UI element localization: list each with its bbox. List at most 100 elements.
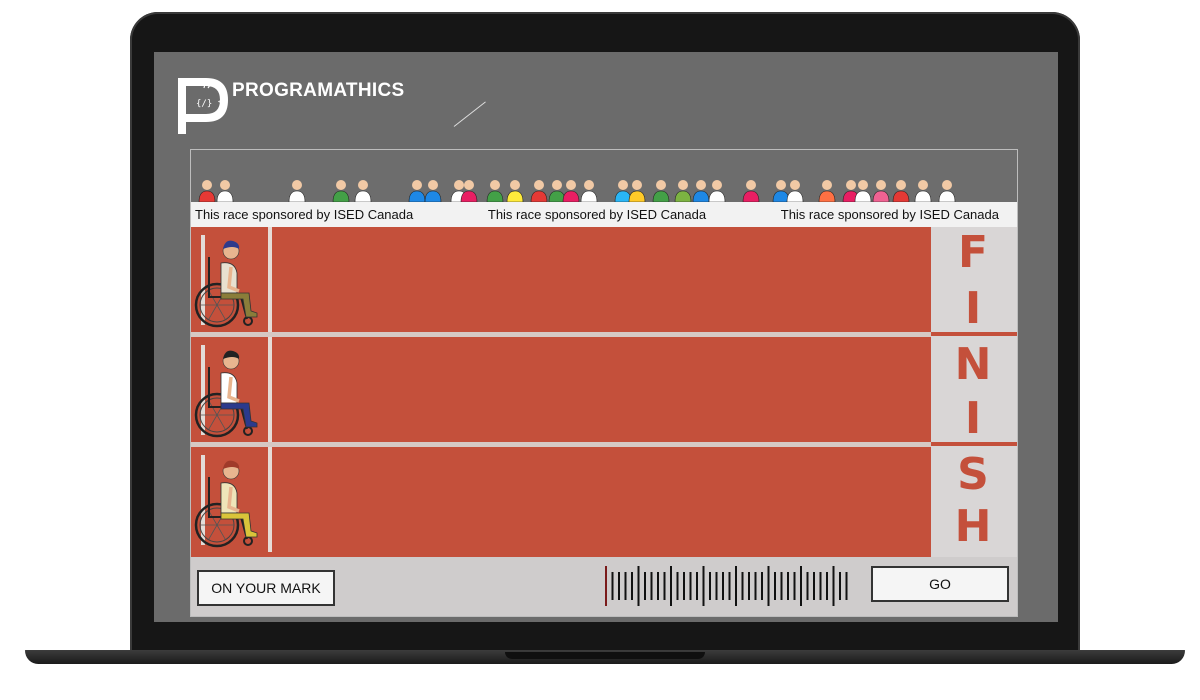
finish-letter: I — [964, 283, 982, 334]
meter-tick — [806, 572, 809, 600]
meter-tick — [761, 572, 763, 600]
spectator — [408, 180, 426, 202]
laptop-notch — [505, 652, 705, 659]
finish-letter: F — [957, 227, 989, 278]
spectator — [914, 180, 932, 202]
wheelchair-racer-1[interactable] — [191, 227, 271, 332]
meter-tick — [741, 572, 744, 600]
meter-tick — [637, 566, 640, 606]
finish-letter: N — [954, 339, 992, 390]
control-bar: ON YOUR MARK GO — [191, 557, 1017, 616]
meter-tick — [696, 572, 698, 600]
finish-lane-divider — [931, 332, 1017, 336]
spectator — [198, 180, 216, 202]
spectator — [786, 180, 804, 202]
meter-tick — [819, 572, 822, 600]
meter-tick — [618, 572, 620, 600]
timing-meter — [605, 566, 848, 606]
spectator — [216, 180, 234, 202]
on-your-mark-button[interactable]: ON YOUR MARK — [197, 570, 335, 606]
meter-tick — [605, 566, 607, 606]
spectator — [708, 180, 726, 202]
lane-1 — [191, 227, 931, 332]
spectator — [332, 180, 350, 202]
spectator — [674, 180, 692, 202]
meter-tick — [787, 572, 789, 600]
meter-tick — [683, 572, 685, 600]
spectator — [742, 180, 760, 202]
meter-tick — [644, 572, 646, 600]
meter-tick — [754, 572, 757, 600]
spectator — [580, 180, 598, 202]
finish-area: F I N I S H — [931, 227, 1017, 557]
wheelchair-racer-3[interactable] — [191, 447, 271, 552]
finish-letter: I — [964, 393, 982, 444]
sponsor-banner: This race sponsored by ISED Canada This … — [191, 202, 1017, 227]
lane-3 — [191, 447, 931, 552]
spectator — [424, 180, 442, 202]
spectator — [354, 180, 372, 202]
svg-text:{/}: {/} — [196, 99, 212, 109]
finish-lane-divider — [931, 442, 1017, 446]
meter-tick — [748, 572, 750, 600]
spectator — [530, 180, 548, 202]
spectator — [486, 180, 504, 202]
spectator — [506, 180, 524, 202]
lane-2 — [191, 337, 931, 442]
meter-tick — [845, 572, 848, 600]
spectator — [892, 180, 910, 202]
meter-tick — [702, 566, 705, 606]
meter-tick — [774, 572, 776, 600]
spectator — [818, 180, 836, 202]
meter-tick — [793, 572, 796, 600]
spectator — [652, 180, 670, 202]
race-track — [191, 227, 931, 557]
spectator — [288, 180, 306, 202]
meter-tick — [728, 572, 731, 600]
spectator — [548, 180, 566, 202]
sponsor-text: This race sponsored by ISED Canada — [195, 207, 414, 222]
laptop-screen: {/} <> PROGRAMATHICS This race sponsored… — [154, 52, 1058, 622]
meter-tick — [689, 572, 692, 600]
meter-tick — [813, 572, 815, 600]
brand-logo: {/} <> PROGRAMATHICS — [176, 74, 404, 134]
meter-tick — [826, 572, 828, 600]
meter-tick — [650, 572, 653, 600]
sponsor-text: This race sponsored by ISED Canada — [487, 207, 707, 222]
meter-tick — [839, 572, 841, 600]
programathics-logo-icon: {/} <> — [178, 78, 228, 134]
go-button[interactable]: GO — [871, 566, 1009, 602]
crowd-stands — [191, 150, 1017, 202]
meter-tick — [709, 572, 711, 600]
meter-tick — [676, 572, 679, 600]
spectator — [938, 180, 956, 202]
meter-tick — [780, 572, 783, 600]
finish-letter: S — [957, 449, 989, 500]
meter-tick — [767, 566, 770, 606]
meter-tick — [670, 566, 672, 606]
spectator — [872, 180, 890, 202]
spectator — [772, 180, 790, 202]
meter-tick — [735, 566, 737, 606]
meter-tick — [800, 566, 802, 606]
pointer-line — [453, 101, 486, 127]
meter-tick — [624, 572, 627, 600]
svg-text:<>: <> — [218, 97, 228, 106]
spectator — [562, 180, 580, 202]
spectator — [692, 180, 710, 202]
meter-tick — [722, 572, 724, 600]
spectator — [628, 180, 646, 202]
meter-tick — [611, 572, 614, 600]
meter-tick — [832, 566, 835, 606]
spectator — [614, 180, 632, 202]
wheelchair-racer-2[interactable] — [191, 337, 271, 442]
meter-tick — [657, 572, 659, 600]
race-game: This race sponsored by ISED Canada This … — [190, 149, 1018, 617]
meter-tick — [631, 572, 633, 600]
finish-letter: H — [954, 501, 992, 552]
sponsor-text: This race sponsored by ISED Canada — [780, 207, 999, 222]
meter-tick — [715, 572, 718, 600]
brand-name: PROGRAMATHICS — [232, 80, 405, 101]
spectator — [854, 180, 872, 202]
meter-tick — [663, 572, 666, 600]
